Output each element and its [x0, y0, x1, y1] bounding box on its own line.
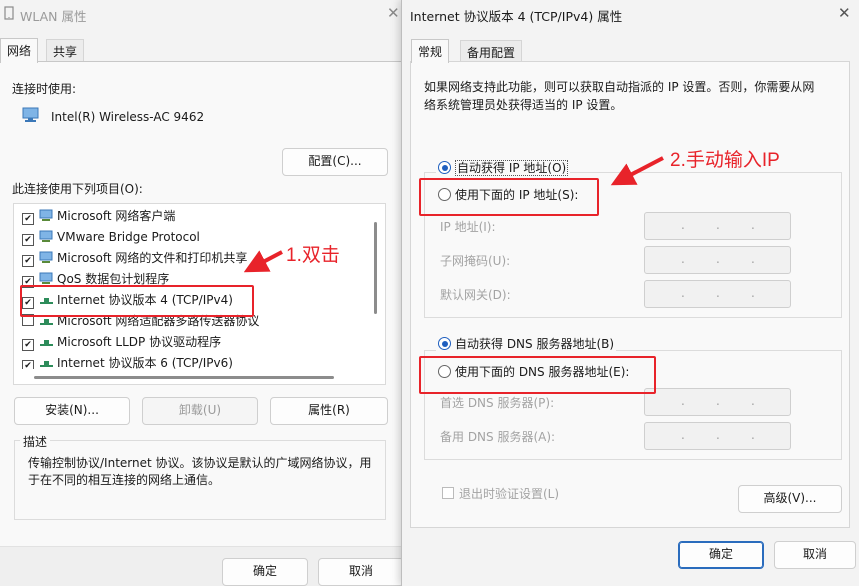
arrow-icon: [610, 156, 664, 186]
tab-network[interactable]: 网络: [0, 38, 39, 63]
annotation-step1: 1.双击: [286, 245, 340, 266]
annotation-arrows: [243, 156, 664, 273]
arrow-icon: [243, 250, 283, 273]
tab-general[interactable]: 常规: [411, 39, 450, 63]
annotation-step2: 2.手动输入IP: [670, 150, 780, 171]
